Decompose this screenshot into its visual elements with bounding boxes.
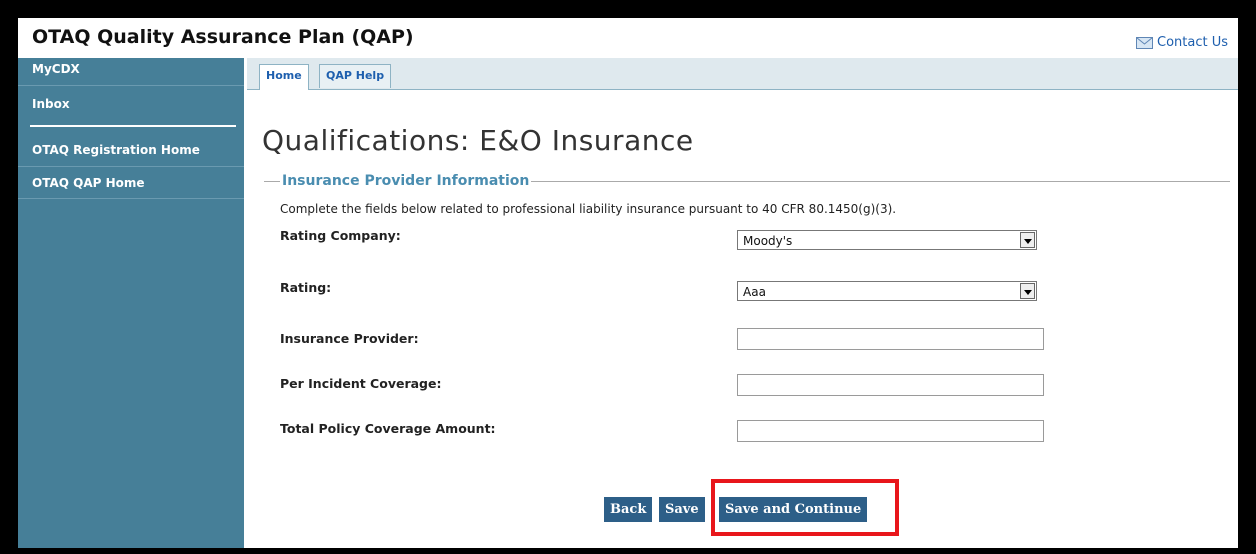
sidebar: MyCDX Inbox OTAQ Registration Home OTAQ …	[18, 58, 244, 548]
section-legend: Insurance Provider Information	[280, 173, 532, 189]
contact-us-label: Contact Us	[1157, 35, 1228, 50]
app-header: OTAQ Quality Assurance Plan (QAP) Contac…	[18, 18, 1238, 58]
page-title: Qualifications: E&O Insurance	[262, 124, 694, 157]
per-incident-coverage-label: Per Incident Coverage:	[280, 376, 442, 391]
sidebar-divider	[18, 198, 244, 199]
back-button[interactable]: Back	[604, 497, 653, 522]
app-window: OTAQ Quality Assurance Plan (QAP) Contac…	[18, 18, 1238, 548]
rating-company-label: Rating Company:	[280, 228, 401, 243]
tab-bar: Home QAP Help	[247, 58, 1238, 90]
total-policy-coverage-input[interactable]	[737, 420, 1044, 442]
save-button[interactable]: Save	[659, 497, 705, 522]
per-incident-coverage-input[interactable]	[737, 374, 1044, 396]
tab-home[interactable]: Home	[259, 64, 309, 90]
highlight-box	[711, 479, 899, 536]
section-instructions: Complete the fields below related to pro…	[280, 202, 897, 216]
sidebar-divider	[18, 85, 244, 86]
sidebar-divider	[18, 166, 244, 167]
sidebar-item-otaq-registration-home[interactable]: OTAQ Registration Home	[18, 143, 244, 157]
rating-select[interactable]: Aaa	[737, 281, 1037, 301]
rating-value: Aaa	[743, 285, 766, 299]
sidebar-divider	[30, 125, 236, 127]
sidebar-item-otaq-qap-home[interactable]: OTAQ QAP Home	[18, 176, 244, 190]
total-policy-coverage-label: Total Policy Coverage Amount:	[280, 421, 496, 436]
dropdown-arrow-icon[interactable]	[1020, 232, 1035, 248]
tab-qap-help[interactable]: QAP Help	[319, 64, 392, 88]
main-content: Home QAP Help Qualifications: E&O Insura…	[247, 58, 1238, 548]
sidebar-item-inbox[interactable]: Inbox	[18, 97, 244, 111]
rating-company-value: Moody's	[743, 234, 793, 248]
sidebar-item-mycdx[interactable]: MyCDX	[18, 62, 244, 76]
insurance-provider-label: Insurance Provider:	[280, 331, 419, 346]
rating-label: Rating:	[280, 280, 332, 295]
app-title: OTAQ Quality Assurance Plan (QAP)	[32, 26, 414, 48]
insurance-provider-input[interactable]	[737, 328, 1044, 350]
contact-us-link[interactable]: Contact Us	[1136, 35, 1228, 50]
dropdown-arrow-icon[interactable]	[1020, 283, 1035, 299]
mail-icon	[1136, 36, 1153, 49]
rating-company-select[interactable]: Moody's	[737, 230, 1037, 250]
